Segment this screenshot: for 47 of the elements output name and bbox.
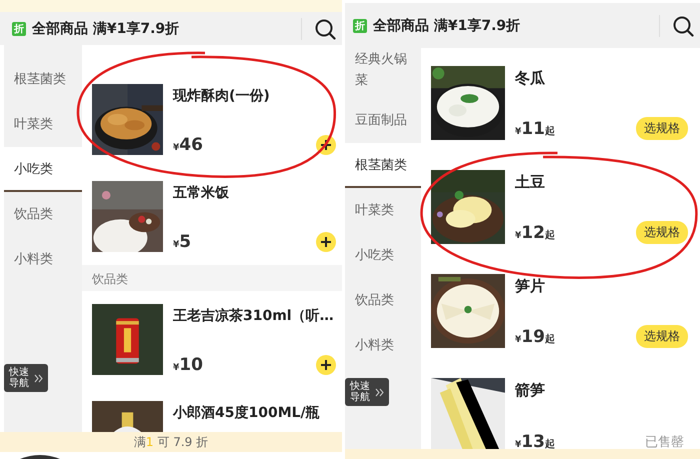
add-button[interactable]	[316, 355, 336, 375]
header-title: 全部商品 满¥1享7.9折	[32, 20, 180, 38]
category-item[interactable]: 叶菜类	[345, 188, 421, 233]
category-item[interactable]: 小吃类	[345, 233, 421, 278]
discount-text: 满1 可 7.9 折	[134, 434, 208, 450]
quick-nav-button[interactable]: 快速导航	[4, 364, 48, 392]
category-item[interactable]: 根茎菌类	[345, 143, 421, 188]
cart-icon[interactable]	[20, 454, 60, 459]
discount-badge: 折	[12, 22, 26, 36]
chevron-icon	[375, 388, 384, 396]
product-price: ¥5	[173, 232, 192, 252]
product-price: ¥46	[173, 135, 203, 155]
category-item[interactable]: 叶菜类	[4, 102, 82, 147]
category-item[interactable]: 小料类	[4, 237, 82, 282]
product-name: 笋片	[515, 277, 546, 296]
category-item[interactable]: 小料类	[345, 323, 421, 368]
choose-spec-button[interactable]: 选规格	[636, 325, 688, 348]
category-item[interactable]: 饮品类	[4, 192, 82, 237]
product-name: 王老吉凉茶310ml（听…	[173, 307, 335, 325]
choose-spec-button[interactable]: 选规格	[636, 221, 688, 244]
search-icon[interactable]	[672, 14, 694, 36]
category-item[interactable]: 经典火锅菜	[345, 48, 421, 98]
section-header: 饮品类	[82, 265, 342, 291]
product-price: ¥10	[173, 355, 203, 375]
product-name: 现炸酥肉(一份)	[173, 87, 271, 105]
chevron-icon	[34, 374, 43, 382]
category-item[interactable]: 根茎菌类	[4, 57, 82, 102]
product-name: 小郎酒45度100ML/瓶	[173, 404, 321, 422]
category-item[interactable]: 饮品类	[345, 278, 421, 323]
choose-spec-button[interactable]: 选规格	[636, 117, 688, 140]
product-price: ¥19起	[515, 326, 555, 346]
product-name: 五常米饭	[173, 184, 230, 202]
product-name: 箭笋	[515, 381, 546, 400]
product-name: 土豆	[515, 173, 546, 192]
search-icon[interactable]	[314, 18, 336, 40]
product-price: ¥13起	[515, 432, 555, 449]
product-name: 冬瓜	[515, 69, 546, 88]
category-item[interactable]: 豆面制品	[345, 98, 421, 143]
quick-nav-button[interactable]: 快速导航	[345, 378, 389, 406]
add-button[interactable]	[316, 232, 336, 252]
add-button[interactable]	[316, 135, 336, 155]
discount-badge: 折	[353, 18, 367, 32]
sold-out-label: 已售罄	[645, 434, 684, 449]
product-price: ¥11起	[515, 118, 555, 138]
header-title: 全部商品 满¥1享7.9折	[373, 16, 522, 34]
product-price: ¥12起	[515, 222, 555, 242]
category-item[interactable]: 小吃类	[4, 147, 82, 192]
